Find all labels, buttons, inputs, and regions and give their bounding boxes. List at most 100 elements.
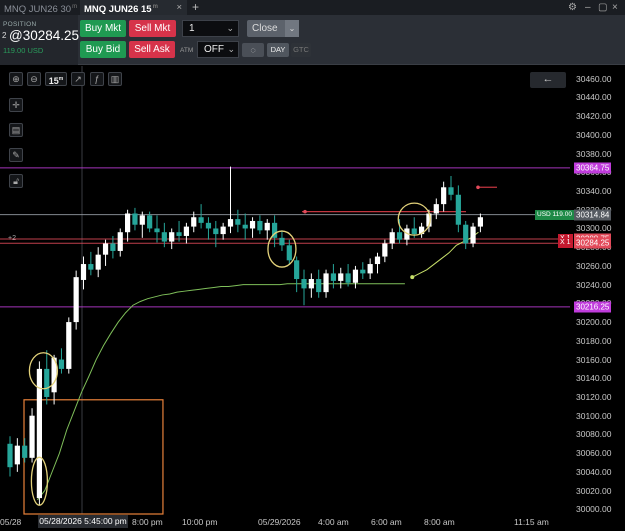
- candle-body-64: [477, 217, 483, 227]
- candle-body-10: [80, 264, 87, 280]
- price-tick-label: 30380.00: [576, 148, 612, 159]
- candle-body-61: [455, 194, 461, 225]
- scroll-back-button[interactable]: ←: [530, 72, 566, 88]
- gear-icon[interactable]: ⚙: [568, 0, 577, 15]
- chart-style-icon[interactable]: ▥: [108, 72, 122, 86]
- candle-body-60: [448, 187, 454, 195]
- zoom-out-icon[interactable]: ⊖: [27, 72, 41, 86]
- chevron-down-icon: ⌄: [227, 44, 235, 54]
- time-tick-label: 8:00 pm: [132, 517, 163, 527]
- close-position-button[interactable]: Close ⌄: [247, 20, 299, 37]
- lock-icon[interactable]: 🔓︎: [9, 174, 23, 188]
- price-tick-label: 30400.00: [576, 129, 612, 140]
- cancel-order-button[interactable]: X 1: [558, 238, 573, 249]
- price-tick-label: 30100.00: [576, 410, 612, 421]
- time-tick-label: 05/28: [0, 517, 22, 527]
- price-tick-label: 30080.00: [576, 429, 612, 440]
- cursor-time-label: 05/28/2026 5:45:00 pm: [38, 515, 128, 528]
- quantity-value: 1: [189, 23, 195, 34]
- price-tick-label: 30160.00: [576, 354, 612, 365]
- close-tab-icon[interactable]: ×: [176, 0, 182, 15]
- candle-body-42: [316, 279, 322, 293]
- add-tab-icon[interactable]: +: [192, 0, 199, 14]
- price-tag: 30284.25: [574, 237, 612, 249]
- tab-mnq-15m[interactable]: MNQ JUN26 15m ×: [80, 0, 187, 15]
- price-tick-label: 30300.00: [576, 223, 612, 234]
- timeframe-value: 15: [48, 76, 59, 86]
- candle-body-25: [191, 217, 197, 227]
- atm-settings-icon[interactable]: ◌: [242, 43, 264, 57]
- candle-body-19: [147, 215, 153, 229]
- time-tick-label: 8:00 am: [424, 517, 455, 527]
- candle-body-9: [73, 277, 79, 323]
- close-window-icon[interactable]: ×: [612, 0, 618, 15]
- stop-dot: [303, 209, 307, 214]
- candle-body-29: [220, 226, 226, 235]
- candle-body-23: [176, 232, 182, 236]
- candle-body-30: [227, 219, 234, 227]
- position-qty-marker: +2: [8, 235, 16, 242]
- candle-body-53: [396, 232, 403, 240]
- tab-label: MNQ JUN26 15: [84, 4, 152, 16]
- candle-body-8: [66, 322, 72, 369]
- target-dot: [476, 185, 480, 190]
- candle-body-5: [44, 368, 50, 397]
- template-icon[interactable]: ▤: [9, 123, 23, 137]
- buy-market-button[interactable]: Buy Mkt: [80, 20, 126, 37]
- buy-bid-button[interactable]: Buy Bid: [80, 41, 126, 58]
- sell-ask-button[interactable]: Sell Ask: [129, 41, 175, 58]
- order-panel: POSITION 2 @30284.25 119.00 USD Buy Mkt …: [0, 15, 625, 65]
- candle-body-34: [257, 220, 263, 231]
- candle-body-28: [213, 228, 219, 235]
- time-tick-label: 6:00 am: [371, 517, 402, 527]
- candle-body-43: [323, 273, 329, 293]
- price-tick-label: 30040.00: [576, 466, 612, 477]
- price-chart[interactable]: [0, 66, 570, 531]
- position-price: @30284.25: [9, 28, 80, 43]
- candle-body-32: [242, 224, 248, 229]
- crosshair-icon[interactable]: ✛: [9, 98, 23, 112]
- candle-body-63: [470, 226, 476, 244]
- sell-market-button[interactable]: Sell Mkt: [129, 20, 176, 37]
- candle-body-22: [169, 232, 175, 242]
- price-tick-label: 30420.00: [576, 111, 612, 122]
- zoom-in-icon[interactable]: ⊕: [9, 72, 23, 86]
- pencil-icon[interactable]: ✎: [9, 148, 23, 162]
- tif-gtc-button[interactable]: GTC: [291, 43, 311, 57]
- candle-body-24: [183, 226, 189, 236]
- candle-body-62: [463, 224, 469, 244]
- candle-body-51: [382, 243, 388, 257]
- candle-body-41: [308, 279, 314, 289]
- candle-body-2: [22, 445, 28, 458]
- candle-body-21: [161, 232, 167, 242]
- candle-body-15: [117, 232, 123, 251]
- candle-body-58: [433, 204, 439, 214]
- price-tick-label: 30240.00: [576, 279, 612, 290]
- candle-body-38: [286, 245, 292, 261]
- candle-body-59: [441, 187, 447, 205]
- indicator-icon[interactable]: ƒ: [90, 72, 104, 86]
- maximize-icon[interactable]: ▢: [598, 0, 607, 15]
- tab-bar: MNQ JUN26 30m MNQ JUN26 15m × + ⚙ – ▢ ×: [0, 0, 625, 15]
- drawing-icon[interactable]: ↗: [71, 72, 85, 86]
- chevron-down-icon[interactable]: ⌄: [285, 20, 299, 37]
- price-axis[interactable]: 30460.00 30440.00 30420.00 30400.00 30380.00…: [570, 66, 625, 531]
- price-tick-label: 30000.00: [576, 504, 612, 515]
- price-tag: 30216.25: [574, 301, 612, 313]
- candle-body-46: [345, 273, 351, 283]
- atm-label: ATM: [180, 47, 194, 54]
- position-qty: 2: [2, 31, 7, 40]
- quantity-select[interactable]: 1 ⌄: [182, 20, 239, 37]
- tif-day-button[interactable]: DAY: [267, 43, 289, 57]
- candle-body-48: [360, 269, 366, 274]
- minimize-icon[interactable]: –: [585, 0, 591, 15]
- price-tick-label: 30180.00: [576, 335, 612, 346]
- price-tick-label: 30020.00: [576, 485, 612, 496]
- candle-body-20: [154, 228, 160, 233]
- price-tick-label: 30260.00: [576, 260, 612, 271]
- tab-mnq-30m[interactable]: MNQ JUN26 30m: [0, 0, 80, 15]
- atm-strategy-select[interactable]: OFF ⌄: [197, 41, 239, 58]
- candle-body-52: [389, 232, 395, 244]
- timeframe-button[interactable]: 15m: [45, 72, 67, 86]
- chart-area[interactable]: ⊕ ⊖ 15m ↗ ƒ ▥ ✛ ▤ ✎ 🔓︎ ← +2 30460.00 3044…: [0, 66, 625, 531]
